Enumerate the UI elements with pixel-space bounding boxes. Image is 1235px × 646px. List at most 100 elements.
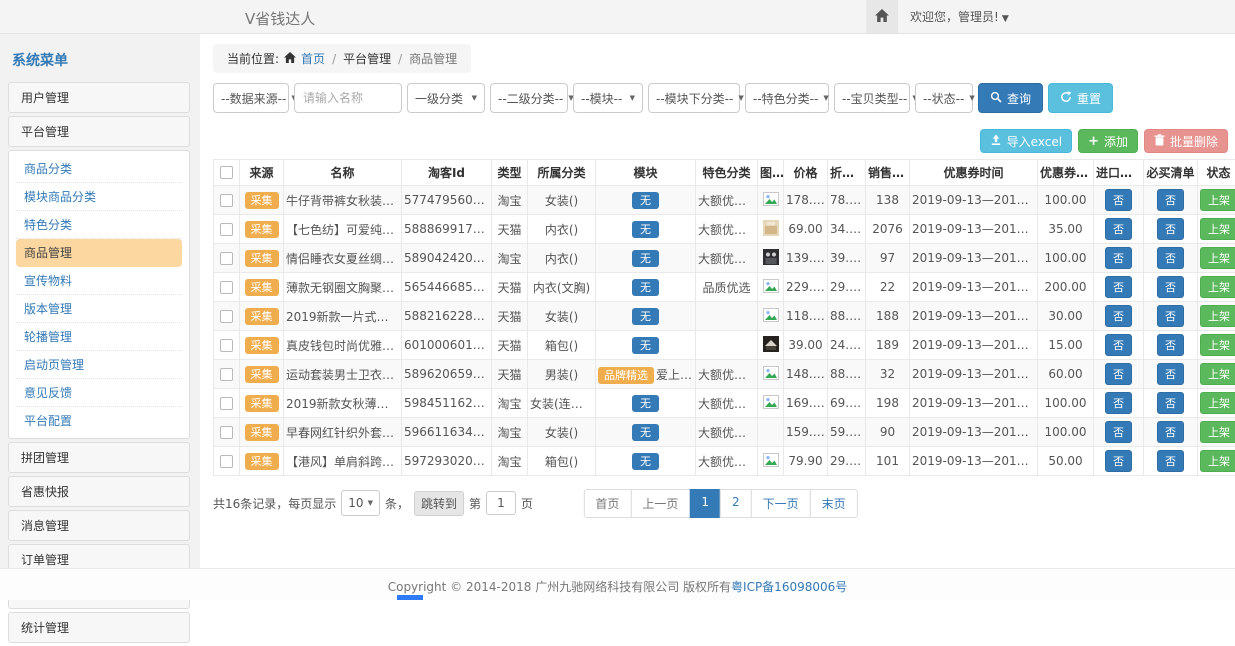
page-button[interactable]: 1 xyxy=(689,489,721,518)
module-none-badge: 无 xyxy=(632,395,659,412)
must-buy-toggle[interactable]: 否 xyxy=(1157,363,1184,385)
must-buy-toggle[interactable]: 否 xyxy=(1157,218,1184,240)
status-button[interactable]: 上架 xyxy=(1200,276,1235,298)
user-menu[interactable]: 欢迎您，管理员!▼ xyxy=(910,8,1009,25)
per-page-select[interactable]: 10 ▼ xyxy=(341,490,380,516)
row-checkbox[interactable] xyxy=(220,397,233,410)
product-category: 箱包() xyxy=(528,447,596,476)
feature-category: 大额优惠券 xyxy=(696,244,758,273)
filter-select-item-type[interactable]: --宝贝类型--▼ xyxy=(834,83,910,113)
must-buy-toggle[interactable]: 否 xyxy=(1157,247,1184,269)
status-button[interactable]: 上架 xyxy=(1200,247,1235,269)
sidebar-subitem[interactable]: 商品分类 xyxy=(16,155,182,183)
page-button[interactable]: 末页 xyxy=(810,489,858,518)
icp-link[interactable]: 粤ICP备16098006号 xyxy=(731,580,847,594)
import-select-toggle[interactable]: 否 xyxy=(1105,189,1132,211)
filter-select-status[interactable]: --状态--▼ xyxy=(915,83,973,113)
sidebar-item[interactable]: 消息管理 xyxy=(8,510,190,541)
sidebar-subitem[interactable]: 模块商品分类 xyxy=(16,183,182,211)
status-button[interactable]: 上架 xyxy=(1200,218,1235,240)
row-checkbox[interactable] xyxy=(220,455,233,468)
page-number-input[interactable] xyxy=(486,491,516,515)
sidebar-subitem[interactable]: 商品管理 xyxy=(16,239,182,267)
filter-select-data-source[interactable]: --数据来源--▼ xyxy=(213,83,289,113)
sidebar-item[interactable]: 统计管理 xyxy=(8,612,190,643)
filter-select-module[interactable]: --模块--▼ xyxy=(573,83,643,113)
status-button[interactable]: 上架 xyxy=(1200,421,1235,443)
feature-category: 品质优选 xyxy=(696,273,758,302)
source-cell: 采集 xyxy=(240,331,284,360)
page-button[interactable]: 2 xyxy=(720,489,752,518)
import-select-toggle[interactable]: 否 xyxy=(1105,450,1132,472)
page-button[interactable]: 上一页 xyxy=(630,489,690,518)
must-buy-toggle[interactable]: 否 xyxy=(1157,189,1184,211)
import-select-toggle[interactable]: 否 xyxy=(1105,218,1132,240)
breadcrumb-separator: / xyxy=(396,52,404,66)
discount-price: 59.90 xyxy=(828,418,866,447)
row-checkbox[interactable] xyxy=(220,194,233,207)
import-select-toggle[interactable]: 否 xyxy=(1105,247,1132,269)
sidebar-subitem[interactable]: 轮播管理 xyxy=(16,323,182,351)
sidebar-subitem[interactable]: 意见反馈 xyxy=(16,379,182,407)
import-select-toggle[interactable]: 否 xyxy=(1105,392,1132,414)
status-button[interactable]: 上架 xyxy=(1200,363,1235,385)
sidebar-item[interactable]: 用户管理 xyxy=(8,82,190,113)
sidebar-subitem[interactable]: 宣传物料 xyxy=(16,267,182,295)
taoke-id: 577479560965 xyxy=(402,186,492,215)
filter-select-feature-category[interactable]: --特色分类--▼ xyxy=(745,83,829,113)
import-select-toggle[interactable]: 否 xyxy=(1105,334,1132,356)
page-button[interactable]: 首页 xyxy=(583,489,631,518)
filter-select-level1-category[interactable]: 一级分类▼ xyxy=(407,83,485,113)
must-buy-toggle[interactable]: 否 xyxy=(1157,421,1184,443)
status-button[interactable]: 上架 xyxy=(1200,334,1235,356)
sidebar-subitem[interactable]: 版本管理 xyxy=(16,295,182,323)
sidebar-item[interactable]: 拼团管理 xyxy=(8,442,190,473)
coupon-time: 2019-09-13—2019-09-19 xyxy=(910,302,1038,331)
import-select-toggle[interactable]: 否 xyxy=(1105,363,1132,385)
select-all-checkbox[interactable] xyxy=(220,166,233,179)
status-button[interactable]: 上架 xyxy=(1200,305,1235,327)
status-button[interactable]: 上架 xyxy=(1200,189,1235,211)
sidebar-subitem[interactable]: 启动页管理 xyxy=(16,351,182,379)
must-buy-toggle[interactable]: 否 xyxy=(1157,334,1184,356)
row-checkbox[interactable] xyxy=(220,223,233,236)
batch-delete-button[interactable]: 批量删除 xyxy=(1144,129,1228,153)
must-buy-toggle[interactable]: 否 xyxy=(1157,392,1184,414)
row-checkbox[interactable] xyxy=(220,252,233,265)
row-checkbox[interactable] xyxy=(220,339,233,352)
page-button[interactable]: 下一页 xyxy=(751,489,811,518)
source-badge: 采集 xyxy=(245,221,279,238)
filter-select-level2-category[interactable]: --二级分类--▼ xyxy=(490,83,568,113)
import-select-toggle[interactable]: 否 xyxy=(1105,305,1132,327)
horizontal-scrollbar-thumb[interactable] xyxy=(397,595,423,600)
price: 118.00 xyxy=(784,302,828,331)
must-buy-toggle[interactable]: 否 xyxy=(1157,450,1184,472)
status-button[interactable]: 上架 xyxy=(1200,392,1235,414)
must-buy-toggle[interactable]: 否 xyxy=(1157,276,1184,298)
sidebar-item[interactable]: 平台管理 xyxy=(8,116,190,147)
sidebar-subitem[interactable]: 特色分类 xyxy=(16,211,182,239)
must-buy-toggle[interactable]: 否 xyxy=(1157,305,1184,327)
reset-button[interactable]: 重置 xyxy=(1048,83,1113,113)
import-select-toggle[interactable]: 否 xyxy=(1105,421,1132,443)
sidebar-subitem[interactable]: 平台配置 xyxy=(16,407,182,434)
import-select-toggle[interactable]: 否 xyxy=(1105,276,1132,298)
jump-button[interactable]: 跳转到 xyxy=(414,491,464,516)
row-checkbox[interactable] xyxy=(220,426,233,439)
breadcrumb-home-link[interactable]: 首页 xyxy=(301,50,325,67)
import-excel-button[interactable]: 导入excel xyxy=(980,129,1072,153)
row-checkbox[interactable] xyxy=(220,281,233,294)
home-button[interactable] xyxy=(866,0,898,33)
status-button[interactable]: 上架 xyxy=(1200,450,1235,472)
filter-input-name[interactable] xyxy=(294,83,402,113)
feature-category: 大额优惠券 xyxy=(696,418,758,447)
sidebar-item[interactable]: 省惠快报 xyxy=(8,476,190,507)
row-checkbox[interactable] xyxy=(220,368,233,381)
import-select-cell: 否 xyxy=(1094,244,1144,273)
filter-select-module-subcategory[interactable]: --模块下分类--▼ xyxy=(648,83,740,113)
search-button[interactable]: 查询 xyxy=(978,83,1043,113)
column-header: 优惠券金额 xyxy=(1038,160,1094,186)
upload-icon xyxy=(990,134,1002,149)
row-checkbox[interactable] xyxy=(220,310,233,323)
add-button[interactable]: + 添加 xyxy=(1078,129,1138,153)
